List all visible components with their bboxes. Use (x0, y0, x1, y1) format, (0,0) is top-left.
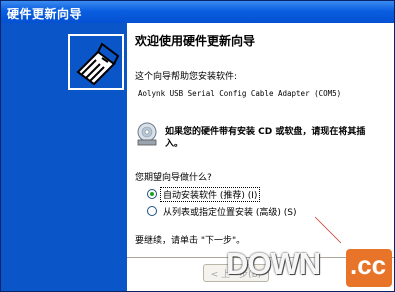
radio-advanced-install[interactable] (147, 206, 157, 216)
hardware-card-icon (68, 34, 124, 90)
question-text: 您期望向导做什么? (135, 173, 212, 183)
wizard-heading: 欢迎使用硬件更新向导 (135, 34, 256, 48)
radio-auto-install[interactable] (147, 189, 157, 199)
watermark-logo: DOWN .cc (224, 246, 394, 291)
device-name: Aolynk USB Serial Config Cable Adapter (… (138, 89, 342, 98)
option-advanced-install-label[interactable]: 从列表或指定位置安装 (高级) (S) (161, 205, 298, 218)
wizard-window: 硬件更新向导 欢迎使用硬件更新向导 这个向导帮助您安装软件: Aolynk US… (0, 0, 395, 292)
title-bar[interactable]: 硬件更新向导 (1, 1, 394, 23)
watermark-badge-text: .cc (350, 250, 387, 280)
wizard-side-panel (1, 23, 127, 291)
cd-icon (137, 122, 157, 146)
annotation-arrow (314, 216, 342, 244)
option-auto-install[interactable]: 自动安装软件 (推荐) (I) (147, 186, 261, 202)
option-auto-install-label[interactable]: 自动安装软件 (推荐) (I) (159, 186, 261, 202)
option-advanced-install[interactable]: 从列表或指定位置安装 (高级) (S) (147, 204, 298, 218)
cd-prompt: 如果您的硬件带有安装 CD 或软盘，请现在将其插入。 (165, 127, 366, 149)
watermark-text: DOWN (226, 246, 321, 281)
watermark-badge: .cc (346, 249, 392, 287)
continue-text: 要继续，请单击 "下一步"。 (135, 236, 246, 246)
window-title: 硬件更新向导 (7, 7, 83, 21)
intro-text: 这个向导帮助您安装软件: (135, 72, 238, 82)
